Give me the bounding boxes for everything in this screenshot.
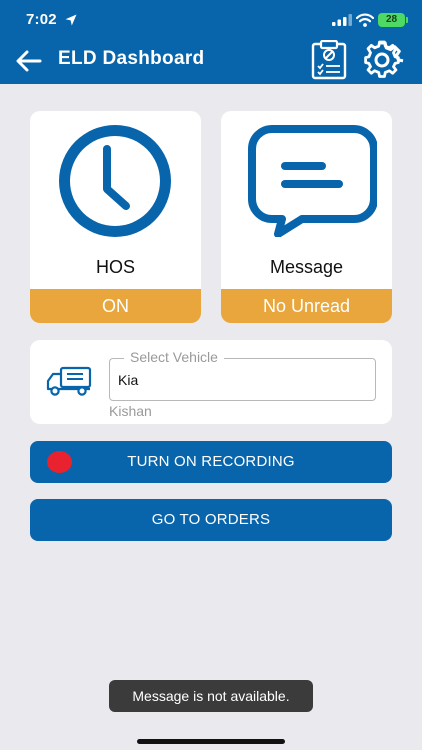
truck-icon: [46, 366, 92, 396]
back-arrow-icon[interactable]: [14, 46, 44, 76]
recording-button-label: TURN ON RECORDING: [127, 453, 295, 470]
vehicle-card: Select Vehicle Kia Kishan: [30, 340, 392, 424]
hos-status: ON: [30, 289, 201, 323]
gear-icon[interactable]: [360, 40, 404, 80]
driver-name: Kishan: [109, 403, 152, 419]
battery-indicator: 28: [378, 13, 405, 27]
hos-card[interactable]: HOS ON: [30, 111, 201, 323]
message-card[interactable]: Message No Unread: [221, 111, 392, 323]
status-time: 7:02: [26, 11, 57, 28]
hos-label: HOS: [95, 257, 135, 277]
toast-message: Message is not available.: [109, 680, 313, 712]
cellular-signal-icon: [332, 14, 352, 26]
home-indicator: [137, 739, 285, 744]
battery-tip: [406, 17, 408, 23]
vehicle-select-label: Select Vehicle: [124, 349, 224, 365]
clock-icon: [59, 125, 171, 237]
record-icon: [47, 451, 72, 473]
message-status: No Unread: [221, 289, 392, 323]
location-arrow-icon: [65, 14, 77, 26]
turn-on-recording-button[interactable]: TURN ON RECORDING: [30, 441, 392, 483]
app-bar: ELD Dashboard: [0, 40, 422, 84]
message-label: Message: [269, 257, 344, 277]
page-title: ELD Dashboard: [58, 48, 205, 69]
orders-button-label: GO TO ORDERS: [151, 511, 271, 528]
vehicle-select[interactable]: Select Vehicle Kia: [109, 349, 376, 401]
wifi-icon: [356, 13, 374, 27]
clipboard-icon[interactable]: [308, 40, 350, 80]
go-to-orders-button[interactable]: GO TO ORDERS: [30, 499, 392, 541]
vehicle-select-value: Kia: [118, 372, 139, 388]
status-bar: 7:02 28: [0, 0, 422, 40]
chat-bubble-icon: [248, 125, 377, 237]
